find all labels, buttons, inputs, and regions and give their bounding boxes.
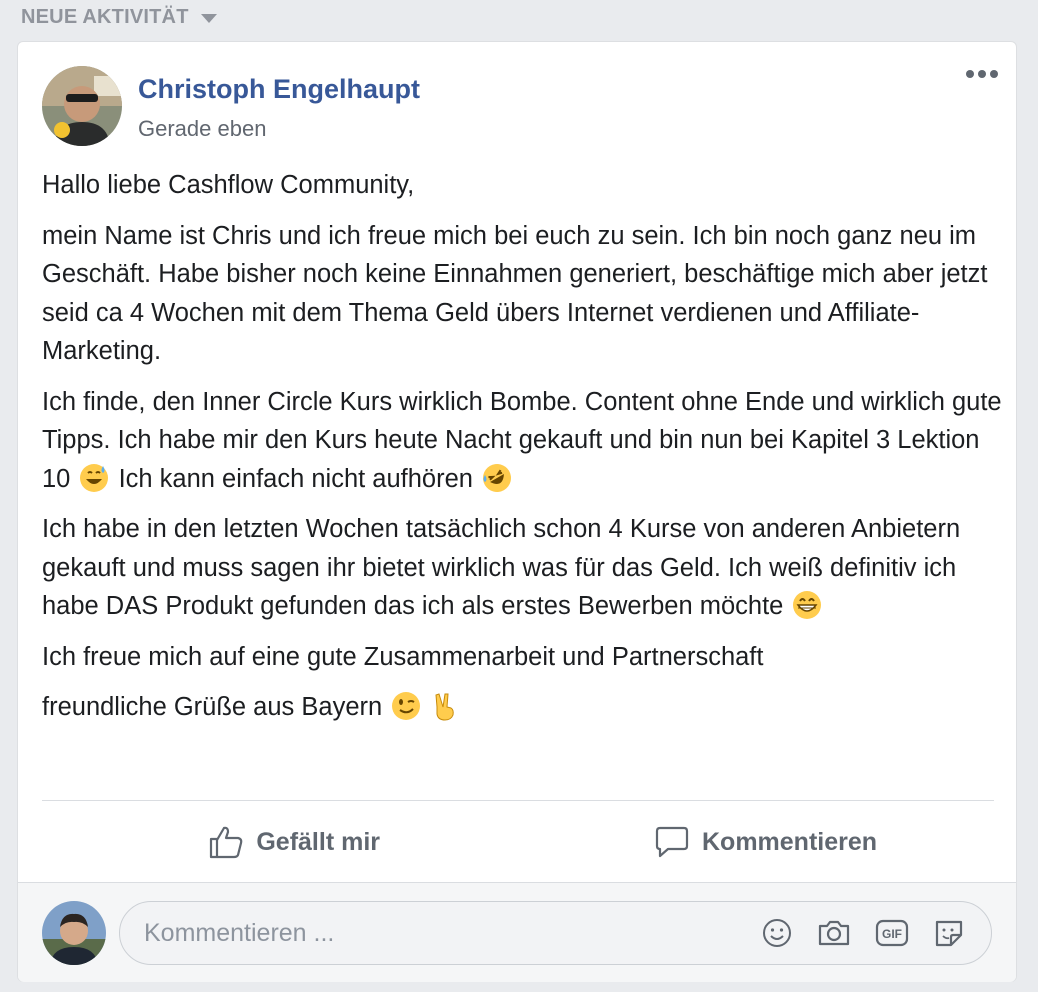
post-text: Ich kann einfach nicht aufhören	[118, 464, 473, 493]
thumbs-up-icon	[210, 826, 243, 859]
post-body: Hallo liebe Cashflow Community, mein Nam…	[42, 166, 1002, 739]
caret-down-icon	[200, 14, 217, 23]
grinning-sweat-emoji	[80, 463, 109, 492]
composer-icons: GIF	[761, 917, 965, 949]
feed-section-header[interactable]: NEUE AKTIVITÄT	[21, 6, 217, 29]
more-dot-icon	[978, 70, 986, 78]
author-avatar[interactable]	[42, 66, 122, 146]
more-dot-icon	[966, 70, 974, 78]
more-dot-icon	[990, 70, 998, 78]
emoji-smiley-icon[interactable]	[761, 917, 793, 949]
post-paragraph: mein Name ist Chris und ich freue mich b…	[42, 221, 988, 366]
author-name-link[interactable]: Christoph Engelhaupt	[138, 74, 420, 105]
actions-divider	[42, 800, 994, 801]
post-actions-bar: Gefällt mir Kommentieren	[18, 802, 1016, 882]
comment-input[interactable]: Kommentieren ... GIF	[119, 901, 992, 965]
comment-bubble-icon	[655, 826, 689, 858]
victory-hand-emoji	[435, 693, 455, 721]
comment-composer: Kommentieren ... GIF	[18, 882, 1016, 982]
post-paragraph: Ich freue mich auf eine gute Zusammenarb…	[42, 642, 764, 671]
winking-face-emoji	[392, 692, 421, 720]
comment-placeholder: Kommentieren ...	[144, 918, 335, 947]
current-user-avatar[interactable]	[42, 901, 106, 965]
rolling-on-floor-laughing-emoji	[483, 463, 512, 492]
like-button[interactable]: Gefällt mir	[18, 802, 510, 882]
camera-icon[interactable]	[817, 917, 851, 949]
post-card: Christoph Engelhaupt Gerade eben Hallo l…	[17, 41, 1017, 982]
comment-button[interactable]: Kommentieren	[510, 802, 1016, 882]
post-paragraph: Hallo liebe Cashflow Community,	[42, 171, 415, 199]
beaming-grin-emoji	[793, 591, 822, 619]
comment-label: Kommentieren	[702, 827, 878, 856]
post-timestamp[interactable]: Gerade eben	[138, 116, 266, 142]
svg-text:GIF: GIF	[882, 927, 902, 941]
like-label: Gefällt mir	[256, 827, 380, 856]
post-paragraph: Ich finde, den Inner Circle Kurs wirklic…	[42, 383, 1002, 499]
more-options-button[interactable]	[966, 70, 998, 78]
sticker-icon[interactable]	[933, 917, 965, 949]
post-paragraph: Ich habe in den letzten Wochen tatsächli…	[42, 510, 1002, 626]
gif-icon[interactable]: GIF	[875, 917, 909, 949]
section-label: NEUE AKTIVITÄT	[21, 6, 189, 28]
post-paragraph: freundliche Grüße aus Bayern	[42, 688, 1002, 727]
post-text: freundliche Grüße aus Bayern	[42, 693, 383, 721]
